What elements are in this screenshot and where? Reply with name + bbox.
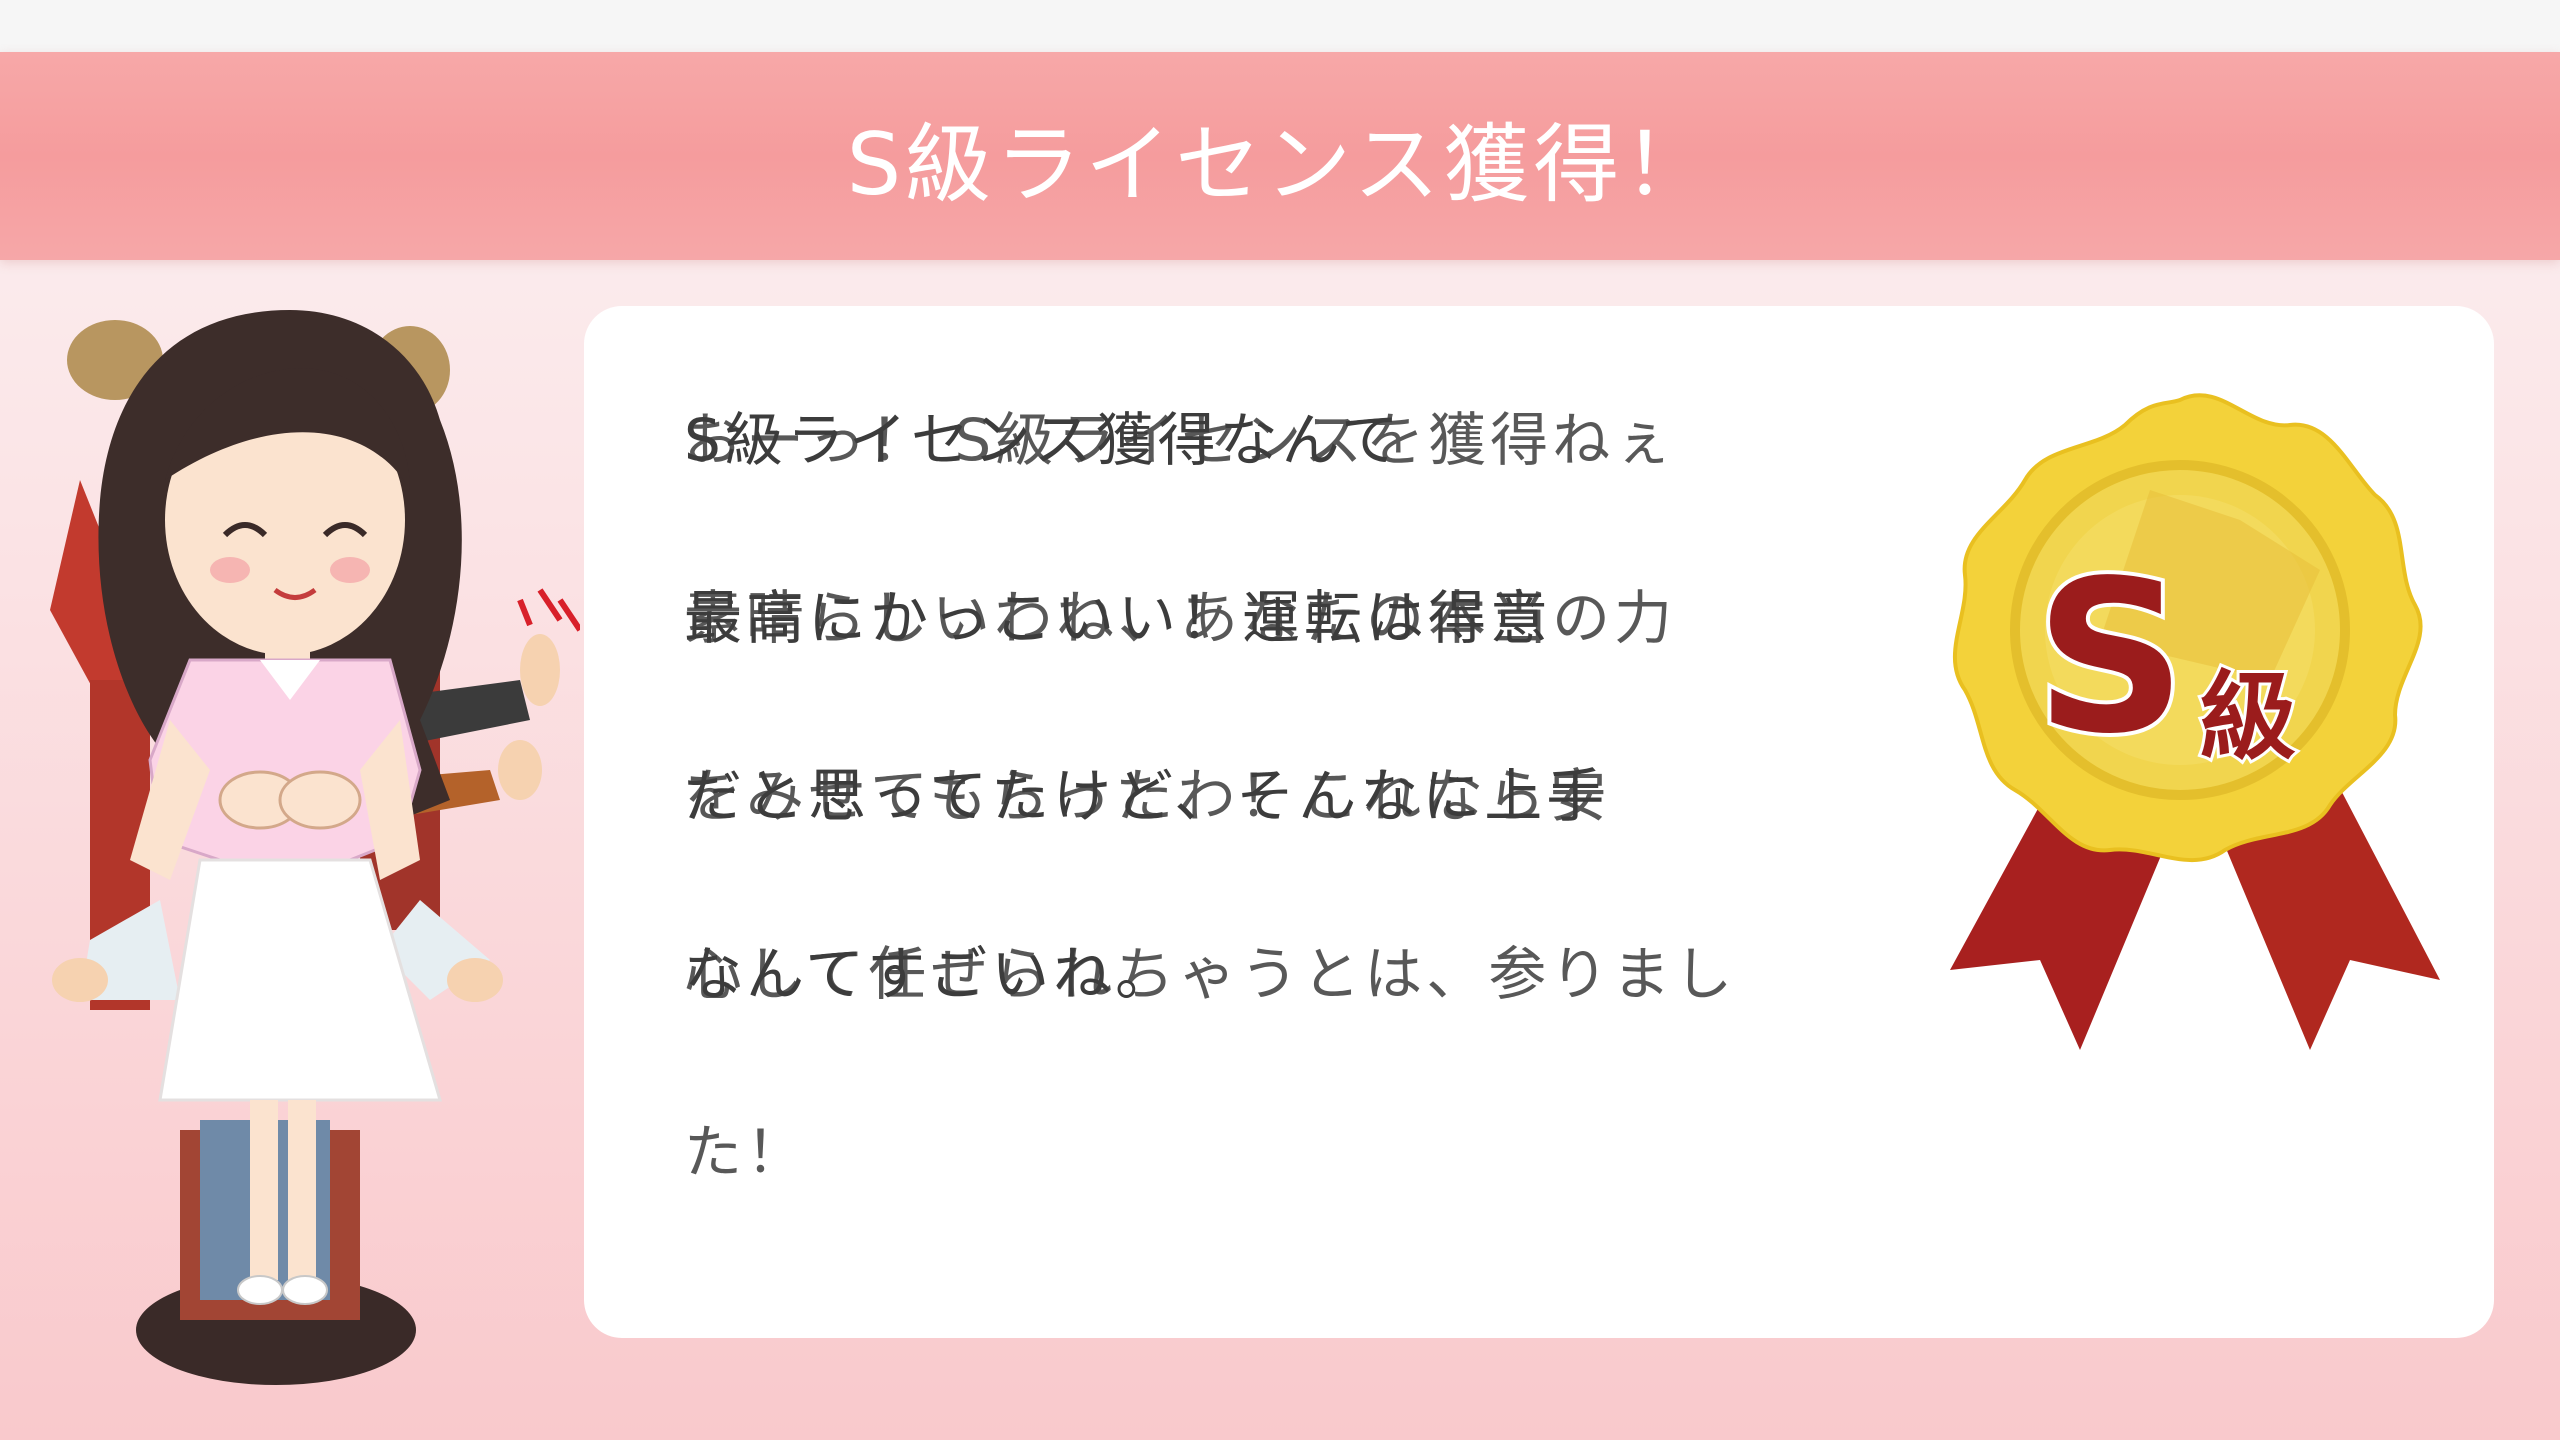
s-rank-medal-icon: S 級 [1950,393,2440,1050]
character-illustration [50,310,580,1385]
message-line-ghost: た！ [684,1118,809,1186]
message-line-main: なんてすごいね。 [684,940,1178,1008]
message-line-main: 最高にかっこいい！運転は得意 [684,584,1553,652]
message-line: おーっ！ S級ライセンスを獲得ねぇ S級ライセンス獲得なんて [684,380,1804,558]
message-line-main: S級ライセンス獲得なんて [684,406,1403,474]
message-line: 心して任せられちゃうとは、参りまし なんてすごいね。 [684,914,1804,1092]
message-line: 素晴らしいわね、あなたの本当の力 最高にかっこいい！運転は得意 [684,558,1804,736]
page-title: S級ライセンス獲得！ [846,114,1714,215]
message-line: をみせてもらったわ！これなら安 だと思ってたけど、そんなに上手 [684,736,1804,914]
message-line-main: だと思ってたけど、そんなに上手 [684,762,1609,830]
message-text: おーっ！ S級ライセンスを獲得ねぇ S級ライセンス獲得なんて 素晴らしいわね、あ… [684,380,1804,1270]
top-strip [0,0,2560,52]
medal-label-big: S [2035,535,2186,780]
title-banner: S級ライセンス獲得！ [0,52,2560,260]
medal-label-small: 級 [2200,661,2296,773]
message-line: た！ [684,1092,1804,1270]
